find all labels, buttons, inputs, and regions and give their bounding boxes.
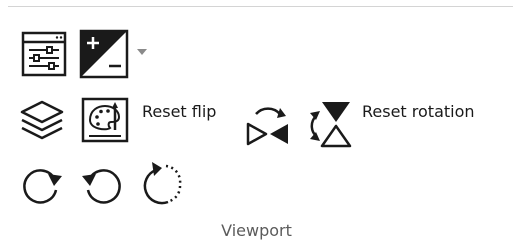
viewport-settings-button[interactable] (20, 30, 68, 78)
window-level-button[interactable] (79, 29, 129, 79)
flip-horizontal-icon (242, 98, 294, 150)
flip-vertical-icon (302, 98, 356, 152)
rotate-clockwise-icon (18, 160, 66, 208)
top-divider (8, 6, 513, 7)
rotate-free-button[interactable] (138, 156, 188, 208)
reset-rotation-label[interactable]: Reset rotation (362, 104, 475, 120)
flip-vertical-button[interactable] (302, 98, 356, 152)
window-level-dropdown-button[interactable] (136, 48, 148, 56)
palette-button[interactable] (80, 96, 130, 146)
group-label: Viewport (221, 221, 292, 240)
reset-flip-label[interactable]: Reset flip (142, 104, 216, 120)
chevron-down-icon (136, 48, 148, 56)
palette-icon (80, 96, 130, 146)
sliders-panel-icon (20, 30, 68, 78)
plus-minus-contrast-icon (79, 29, 129, 79)
layers-button[interactable] (18, 96, 66, 144)
flip-horizontal-button[interactable] (242, 98, 294, 150)
rotate-clockwise-button[interactable] (18, 160, 66, 208)
rotate-counterclockwise-icon (78, 160, 126, 208)
rotate-free-icon (138, 156, 188, 208)
rotate-counterclockwise-button[interactable] (78, 160, 126, 208)
viewport-ribbon-group: Reset flip Reset rotation Viewport (0, 0, 513, 249)
layers-icon (18, 96, 66, 144)
